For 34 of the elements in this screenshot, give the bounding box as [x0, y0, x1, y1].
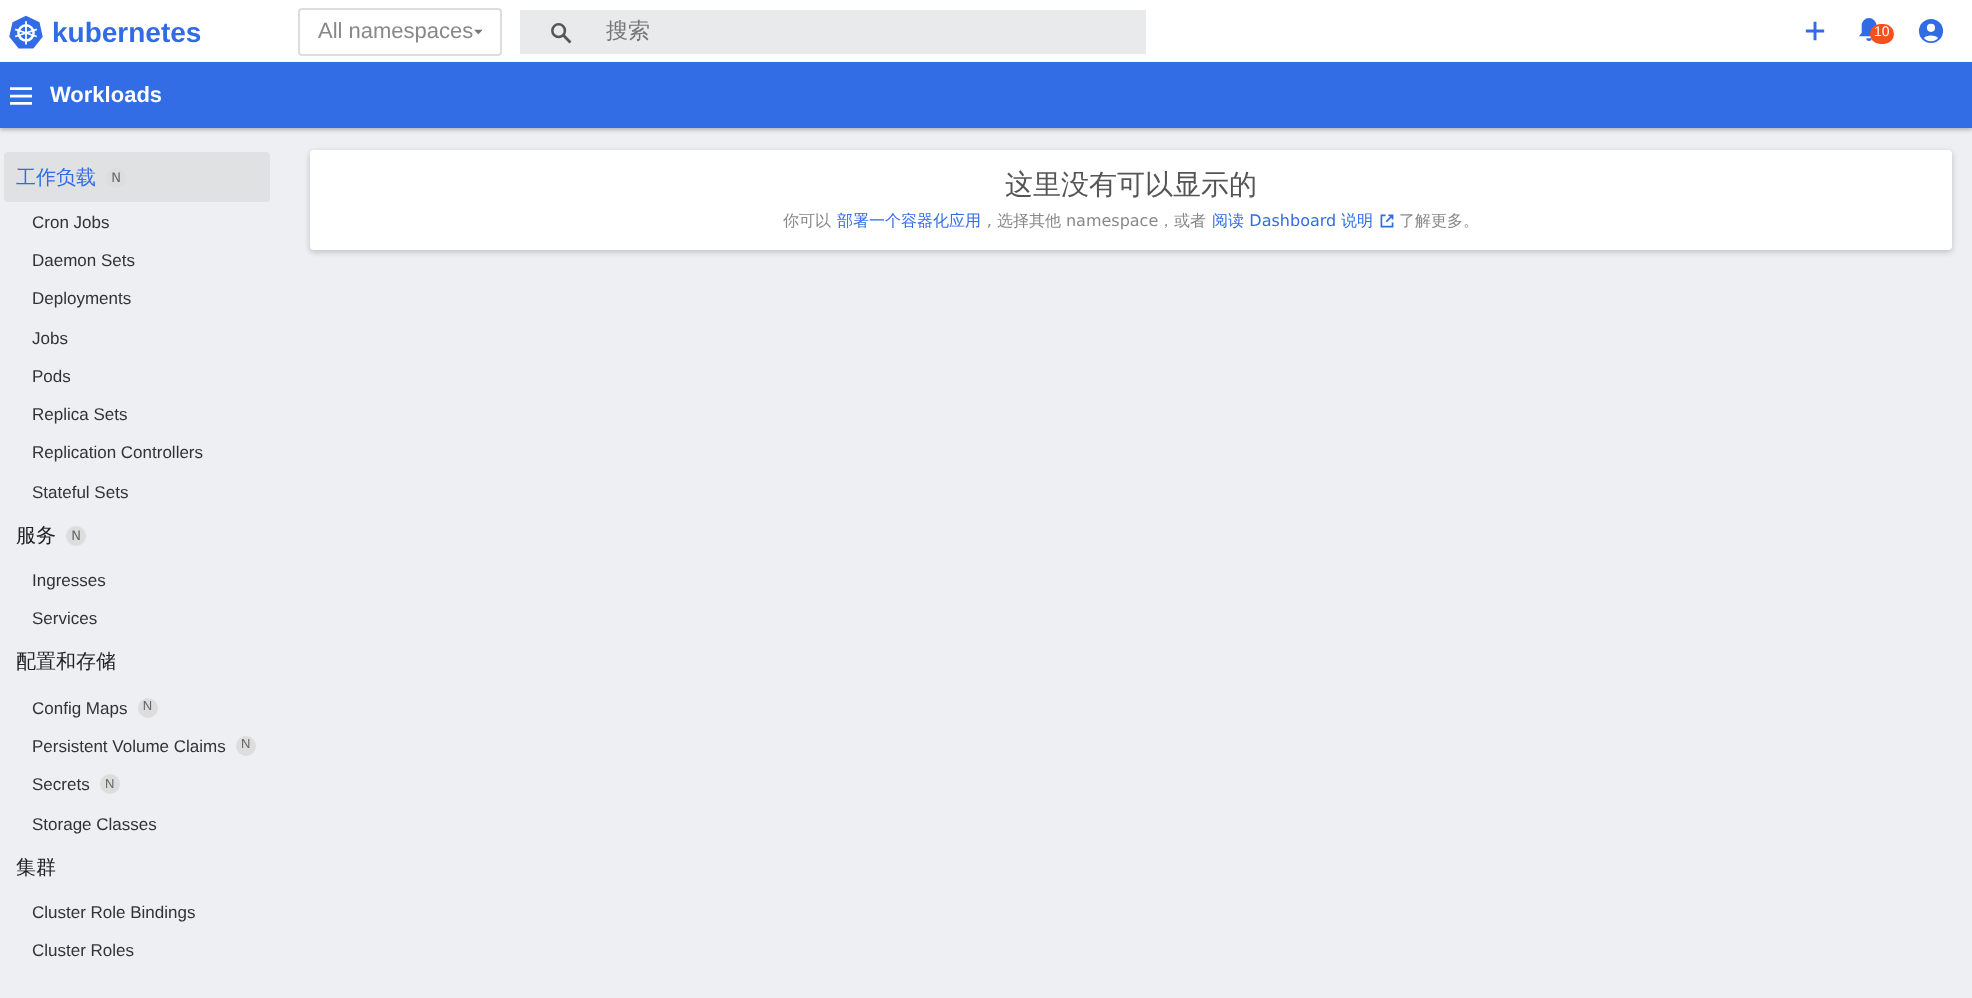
- empty-state-text: 你可以: [782, 210, 831, 232]
- sidebar-item[interactable]: Services: [32, 608, 98, 629]
- sidebar-item[interactable]: Cluster Roles: [32, 940, 135, 961]
- sidebar-item[interactable]: Persistent Volume Claims: [32, 735, 226, 756]
- sidebar-item[interactable]: Config Maps: [32, 697, 128, 718]
- sidebar-item[interactable]: Cluster Role Bindings: [32, 901, 196, 922]
- sidebar-item[interactable]: Jobs: [32, 327, 68, 348]
- kubernetes-logo-icon: [8, 13, 44, 49]
- sidebar-item[interactable]: Storage Classes: [32, 813, 157, 833]
- sidebar-item[interactable]: Daemon Sets: [32, 249, 135, 270]
- add-icon[interactable]: [1804, 20, 1826, 42]
- sidebar-section[interactable]: 集群: [4, 842, 270, 893]
- search-field[interactable]: 搜索: [520, 9, 1146, 53]
- caret-icon: [473, 27, 482, 35]
- sidebar-section[interactable]: 配置和存储: [4, 637, 270, 688]
- namespace-select[interactable]: All namespaces: [298, 7, 502, 55]
- empty-state-title: 这里没有可以显示的: [1005, 168, 1257, 204]
- empty-state-text: , 选择其他 namespace，或者: [986, 210, 1207, 232]
- sidebar-item[interactable]: Replica Sets: [32, 404, 128, 425]
- sidebar-item[interactable]: Cron Jobs: [32, 211, 110, 232]
- external-link-icon: [1379, 214, 1394, 228]
- logo-text: kubernetes: [52, 15, 202, 47]
- sidebar-item[interactable]: Secrets: [32, 774, 90, 795]
- sidebar-item[interactable]: Stateful Sets: [32, 481, 129, 502]
- deploy-link[interactable]: 部署一个容器化应用: [836, 210, 981, 232]
- empty-state-text: 了解更多。: [1399, 210, 1480, 232]
- account-icon[interactable]: [1918, 18, 1944, 44]
- menu-icon[interactable]: [10, 85, 32, 105]
- sidebar-item[interactable]: Replication Controllers: [32, 442, 204, 463]
- sidebar-item[interactable]: Pods: [32, 365, 71, 386]
- sidebar-item[interactable]: Deployments: [32, 288, 132, 309]
- sidebar-item[interactable]: Ingresses: [32, 570, 106, 591]
- docs-link[interactable]: 阅读 Dashboard 说明: [1212, 210, 1374, 232]
- page-title: Workloads: [50, 83, 163, 107]
